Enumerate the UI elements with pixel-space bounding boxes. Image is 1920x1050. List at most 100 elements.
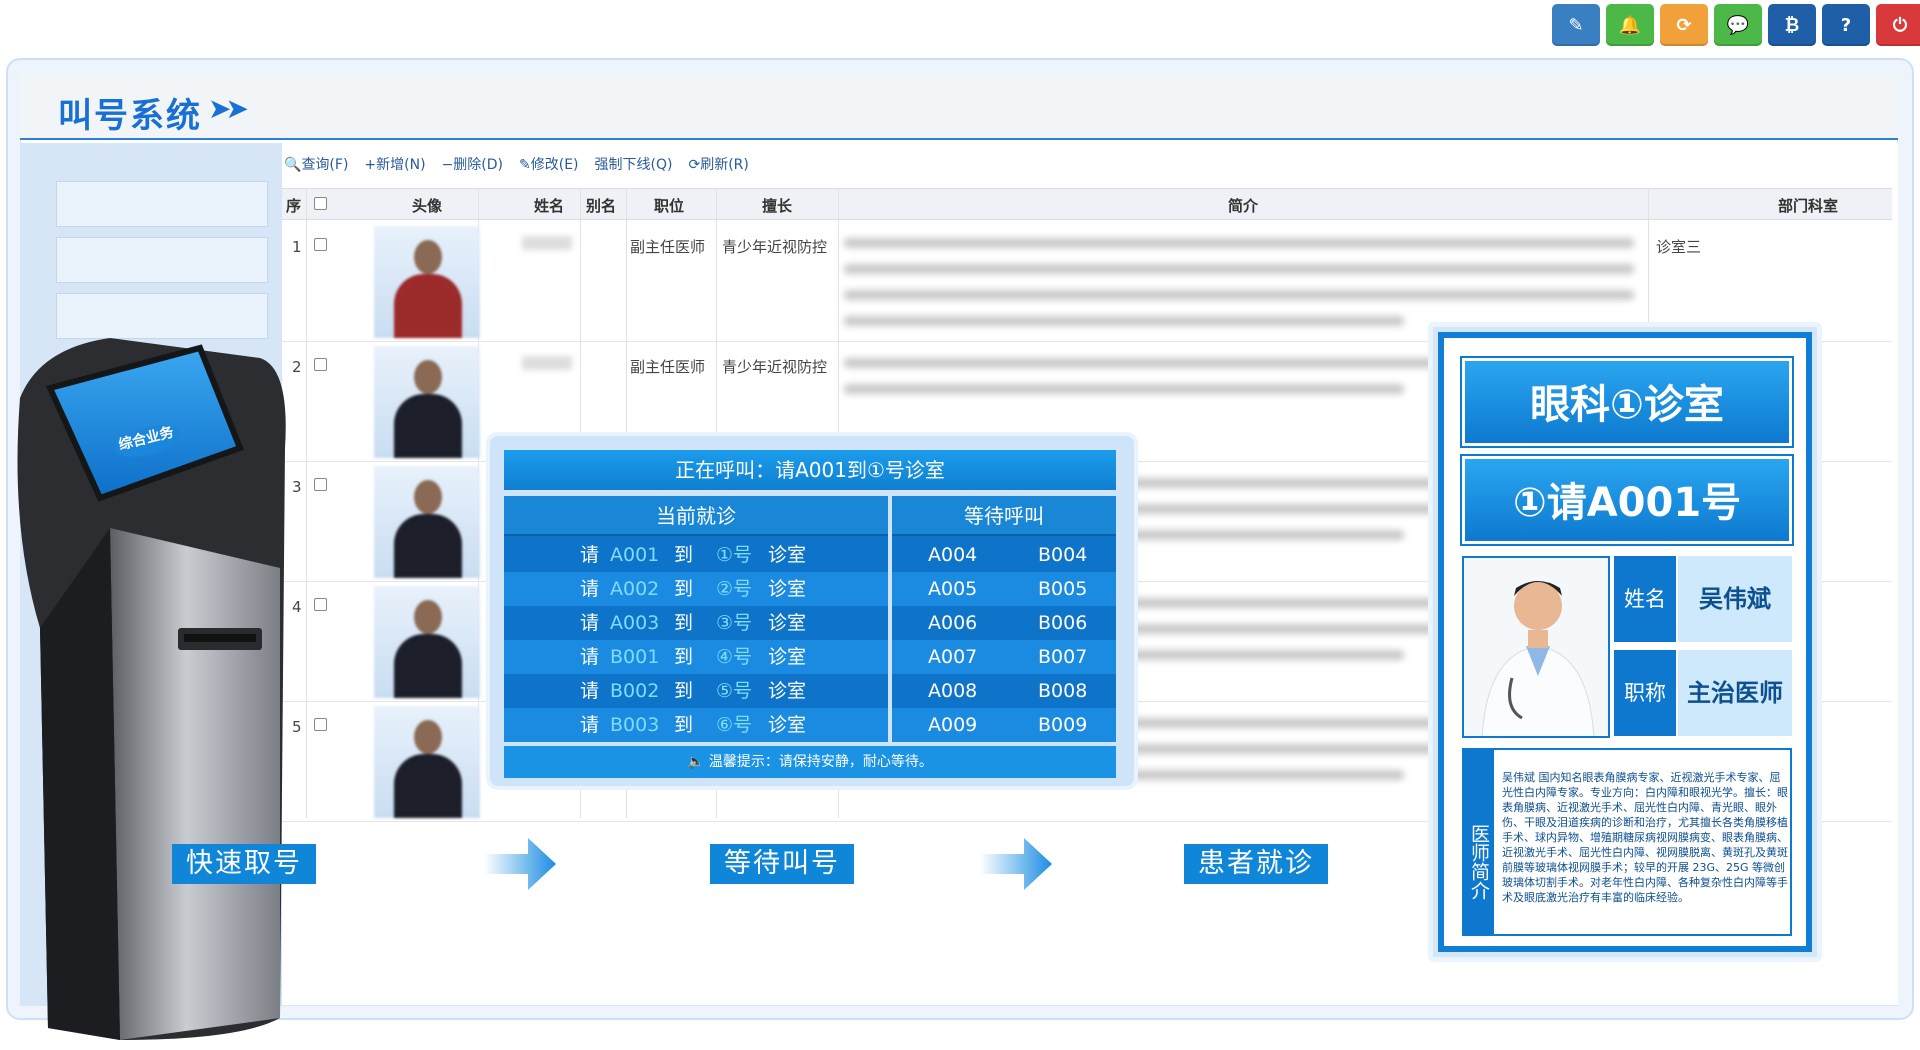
- call-number: A002: [610, 578, 660, 600]
- query-button[interactable]: 🔍查询(F): [284, 154, 348, 174]
- call-number: B002: [610, 680, 660, 702]
- waiting-b: B005: [1038, 578, 1088, 600]
- waiting-row: A008 B008: [892, 674, 1116, 708]
- arrow-right-icon: [484, 838, 556, 890]
- row-checkbox[interactable]: [314, 478, 327, 491]
- row-position: 副主任医师: [630, 238, 706, 256]
- call-to: 到: [674, 544, 694, 566]
- bell-icon: 🔔: [1618, 14, 1642, 36]
- help-button[interactable]: ?: [1822, 4, 1870, 46]
- waiting-b: B004: [1038, 544, 1088, 566]
- force-offline-button[interactable]: 强制下线(Q): [595, 154, 673, 174]
- call-board: 正在呼叫：请A001到①号诊室 当前就诊 请 A001 到 ①号 诊室请 A002 到 ②号诊…: [490, 436, 1134, 786]
- doctor-photo: [1462, 556, 1610, 738]
- waiting-b: B006: [1038, 612, 1088, 634]
- call-pre: 请: [580, 680, 600, 702]
- current-call-row: 请 B002 到 ⑤号 诊室: [504, 674, 888, 708]
- add-button[interactable]: +新增(N): [364, 154, 425, 174]
- current-call-row: 请 B001 到 ④号 诊室: [504, 640, 888, 674]
- current-call-row: 请 A001 到 ①号 诊室: [504, 538, 888, 572]
- call-room: ③号: [716, 612, 753, 634]
- sidebar-item[interactable]: [56, 237, 268, 283]
- blurred-name: [522, 236, 572, 250]
- avatar: [374, 346, 480, 458]
- row-checkbox[interactable]: [314, 718, 327, 731]
- title-label: 职称: [1614, 650, 1676, 736]
- logout-button[interactable]: ⏻: [1876, 4, 1920, 46]
- calling-number: ①请A001号: [1462, 456, 1792, 544]
- col-alias: 别名: [586, 197, 617, 215]
- current-call-row: 请 A003 到 ③号 诊室: [504, 606, 888, 640]
- plus-icon: +: [364, 157, 377, 173]
- waiting-a: A005: [928, 578, 978, 600]
- avatar: [374, 706, 480, 818]
- refresh-icon: ⟳: [1676, 14, 1692, 36]
- title-bar: [20, 74, 1898, 140]
- call-to: 到: [674, 714, 694, 736]
- call-suffix: 诊室: [768, 680, 807, 702]
- refresh-button[interactable]: ⟳刷新(R): [688, 154, 748, 174]
- col-name: 姓名: [534, 197, 565, 215]
- refresh-button[interactable]: ⟳: [1660, 4, 1708, 46]
- search-icon: 🔍: [284, 157, 302, 173]
- wechat-button[interactable]: 💬: [1714, 4, 1762, 46]
- grid-toolbar: 🔍查询(F) +新增(N) −删除(D) ✎修改(E) 强制下线(Q) ⟳刷新(…: [284, 154, 749, 174]
- col-intro: 简介: [1228, 197, 1259, 215]
- wechat-icon: 💬: [1726, 14, 1750, 36]
- waiting-row: A007 B007: [892, 640, 1116, 674]
- row-specialty: 青少年近视防控: [722, 238, 828, 256]
- col-avatar: 头像: [412, 197, 443, 215]
- top-toolbar: ✎ 🔔 ⟳ 💬 ₿? ⏻: [1552, 4, 1920, 46]
- help-icon: ?: [1840, 14, 1852, 36]
- select-all-checkbox[interactable]: [314, 197, 327, 210]
- step-visit: 患者就诊: [1184, 844, 1328, 884]
- call-pre: 请: [580, 544, 600, 566]
- col-department: 部门科室: [1778, 197, 1839, 215]
- title-arrows-icon: ➤➤: [208, 92, 249, 125]
- doctor-title: 主治医师: [1678, 650, 1792, 736]
- current-header: 当前就诊: [504, 496, 888, 536]
- row-checkbox[interactable]: [314, 358, 327, 371]
- edit-icon: ✎: [1568, 14, 1584, 36]
- call-pre: 请: [580, 612, 600, 634]
- waiting-b: B009: [1038, 714, 1088, 736]
- waiting-row: A004 B004: [892, 538, 1116, 572]
- waiting-row: A006 B006: [892, 606, 1116, 640]
- row-department: 诊室三: [1656, 238, 1702, 256]
- bell-button[interactable]: 🔔: [1606, 4, 1654, 46]
- doctor-name: 吴伟斌: [1678, 556, 1792, 642]
- call-suffix: 诊室: [768, 544, 807, 566]
- delete-button[interactable]: −删除(D): [442, 154, 503, 174]
- step-wait-call: 等待叫号: [710, 844, 854, 884]
- call-number: B003: [610, 714, 660, 736]
- grid-header: 序 头像 姓名 别名 职位 擅长 简介 部门科室: [282, 188, 1892, 220]
- clinic-room-title: 眼科①诊室: [1462, 358, 1792, 446]
- call-number: A001: [610, 544, 660, 566]
- bio-title: 医师简介: [1464, 750, 1494, 934]
- bitcoin-button[interactable]: ₿: [1768, 4, 1816, 46]
- call-room: ④号: [716, 646, 753, 668]
- call-number: B001: [610, 646, 660, 668]
- row-checkbox[interactable]: [314, 598, 327, 611]
- waiting-column: 等待呼叫 A004 B004 A005 B005 A006 B006 A007 B007 A00…: [892, 496, 1116, 742]
- waiting-b: B007: [1038, 646, 1088, 668]
- row-checkbox[interactable]: [314, 238, 327, 251]
- waiting-a: A008: [928, 680, 978, 702]
- sidebar-item[interactable]: [56, 181, 268, 227]
- call-to: 到: [674, 578, 694, 600]
- call-number: A003: [610, 612, 660, 634]
- waiting-a: A009: [928, 714, 978, 736]
- call-to: 到: [674, 646, 694, 668]
- call-room: ①号: [716, 544, 753, 566]
- current-call-row: 请 B003 到 ⑥号 诊室: [504, 708, 888, 742]
- call-pre: 请: [580, 578, 600, 600]
- minus-icon: −: [441, 157, 454, 173]
- edit-button[interactable]: ✎: [1552, 4, 1600, 46]
- waiting-b: B008: [1038, 680, 1088, 702]
- call-to: 到: [674, 680, 694, 702]
- current-column: 当前就诊 请 A001 到 ①号 诊室请 A002 到 ②号 诊室请 A003 到 ③号 诊室请 B001…: [504, 496, 892, 742]
- step-take-number: 快速取号: [172, 844, 316, 884]
- current-call-row: 请 A002 到 ②号 诊室: [504, 572, 888, 606]
- edit-button[interactable]: ✎修改(E): [519, 154, 579, 174]
- waiting-a: A006: [928, 612, 978, 634]
